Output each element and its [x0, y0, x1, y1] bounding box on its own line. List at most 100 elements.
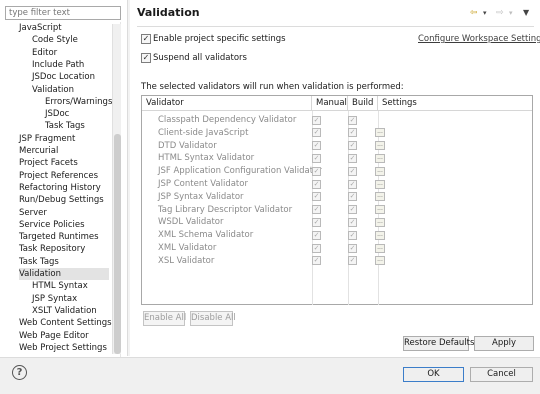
validator-settings-button[interactable]: ... — [375, 192, 385, 202]
validator-name: Client-side JavaScript — [158, 127, 249, 138]
forward-arrow-icon[interactable]: ⇨ — [496, 7, 504, 19]
apply-button[interactable]: Apply — [474, 336, 534, 351]
build-checkbox[interactable]: ✓ — [348, 217, 357, 227]
validator-settings-button[interactable]: ... — [375, 230, 385, 240]
tree-item[interactable]: Mercurial — [19, 145, 58, 157]
navigation-toolbar: ⇦ ▾ ⇨ ▾ ▼ — [470, 7, 534, 21]
tree-item[interactable]: Server — [19, 207, 47, 219]
build-checkbox[interactable]: ✓ — [348, 205, 357, 215]
tree-scroll-thumb[interactable] — [114, 134, 121, 354]
manual-checkbox[interactable]: ✓ — [312, 179, 321, 189]
manual-checkbox[interactable]: ✓ — [312, 141, 321, 151]
validator-name: JSP Content Validator — [158, 179, 248, 189]
filter-input[interactable] — [5, 6, 121, 20]
build-checkbox[interactable]: ✓ — [348, 179, 357, 189]
tree-item[interactable]: Editor — [32, 47, 57, 59]
validator-name: HTML Syntax Validator — [158, 153, 255, 164]
tree-item[interactable]: JSDoc — [45, 108, 69, 120]
build-checkbox[interactable]: ✓ — [348, 256, 357, 266]
cancel-button[interactable]: Cancel — [470, 367, 533, 382]
tree-item[interactable]: JSP Syntax — [32, 293, 77, 305]
tree-item[interactable]: Service Policies — [19, 219, 85, 231]
tree-item[interactable]: Validation — [32, 84, 74, 96]
manual-checkbox[interactable]: ✓ — [312, 256, 321, 266]
build-checkbox[interactable]: ✓ — [348, 230, 357, 240]
tree-item[interactable]: Web Project Settings — [19, 342, 107, 354]
tree-item[interactable]: Errors/Warnings — [45, 96, 112, 108]
tree-item[interactable]: Validation — [19, 268, 109, 280]
tree-item[interactable]: Web Page Editor — [19, 330, 89, 342]
manual-checkbox[interactable]: ✓ — [312, 230, 321, 240]
header-divider — [137, 26, 534, 27]
validator-name: XSL Validator — [158, 255, 215, 266]
tree-item[interactable]: Task Tags — [45, 120, 85, 132]
disable-all-button[interactable]: Disable All — [190, 311, 236, 326]
manual-checkbox[interactable]: ✓ — [312, 166, 321, 176]
validator-settings-button[interactable]: ... — [375, 217, 385, 227]
column-header-validator[interactable]: Validator — [142, 96, 312, 110]
tree-item[interactable]: Project References — [19, 170, 98, 182]
column-header-build[interactable]: Build — [348, 96, 378, 110]
enable-project-settings-checkbox[interactable]: ✓ — [141, 34, 151, 44]
tree-item[interactable]: JavaScript — [19, 22, 62, 34]
manual-checkbox[interactable]: ✓ — [312, 192, 321, 202]
dropdown-icon[interactable]: ▾ — [483, 7, 487, 19]
build-checkbox[interactable]: ✓ — [348, 153, 357, 163]
tree-item[interactable]: JSP Fragment — [19, 133, 75, 145]
page-title: Validation — [137, 6, 200, 19]
validator-name: Tag Library Descriptor Validator — [158, 204, 293, 215]
tree-item[interactable]: Web Content Settings — [19, 317, 112, 329]
restore-defaults-button[interactable]: Restore Defaults — [403, 336, 474, 351]
view-menu-icon[interactable]: ▼ — [523, 7, 529, 19]
tree-scrollbar[interactable] — [112, 24, 121, 354]
validator-settings-button[interactable]: ... — [375, 153, 385, 163]
validator-settings-button[interactable]: ... — [375, 243, 385, 253]
build-checkbox[interactable]: ✓ — [348, 166, 357, 176]
ok-button[interactable]: OK — [403, 367, 464, 382]
tree-item[interactable]: Targeted Runtimes — [19, 231, 99, 243]
tree-item[interactable]: XSLT Validation — [32, 305, 97, 317]
tree-item[interactable]: Task Repository — [19, 243, 85, 255]
manual-checkbox[interactable]: ✓ — [312, 153, 321, 163]
validator-settings-button[interactable]: ... — [375, 256, 385, 266]
validator-settings-button[interactable]: ... — [375, 205, 385, 215]
manual-checkbox[interactable]: ✓ — [312, 205, 321, 215]
back-arrow-icon[interactable]: ⇦ — [470, 7, 478, 19]
pane-divider[interactable] — [127, 0, 130, 356]
manual-checkbox[interactable]: ✓ — [312, 217, 321, 227]
suspend-validators-label: Suspend all validators — [153, 53, 247, 63]
validator-name: JSP Syntax Validator — [158, 191, 244, 202]
build-checkbox[interactable]: ✓ — [348, 115, 357, 125]
tree-item[interactable]: Project Facets — [19, 157, 78, 169]
tree-item[interactable]: Refactoring History — [19, 182, 101, 194]
dropdown-icon[interactable]: ▾ — [509, 7, 513, 19]
help-icon[interactable]: ? — [12, 365, 27, 380]
tree-item[interactable]: Task Tags — [19, 256, 59, 268]
validator-name: DTD Validator — [158, 140, 217, 151]
build-checkbox[interactable]: ✓ — [348, 192, 357, 202]
preferences-tree: JavaScript Code Style Editor Include Path JS… — [5, 22, 121, 357]
suspend-validators-checkbox[interactable]: ✓ — [141, 53, 151, 63]
validator-settings-button[interactable]: ... — [375, 141, 385, 151]
enable-all-button[interactable]: Enable All — [143, 311, 186, 326]
tree-item[interactable]: Run/Debug Settings — [19, 194, 104, 206]
build-checkbox[interactable]: ✓ — [348, 141, 357, 151]
manual-checkbox[interactable]: ✓ — [312, 243, 321, 253]
tree-item[interactable]: JSDoc Location — [32, 71, 95, 83]
manual-checkbox[interactable]: ✓ — [312, 128, 321, 138]
build-checkbox[interactable]: ✓ — [348, 128, 357, 138]
build-checkbox[interactable]: ✓ — [348, 243, 357, 253]
tree-item[interactable]: Include Path — [32, 59, 84, 71]
manual-checkbox[interactable]: ✓ — [312, 115, 321, 125]
configure-workspace-link[interactable]: Configure Workspace Settings... — [418, 34, 540, 44]
tree-item[interactable]: Code Style — [32, 34, 78, 46]
tree-item[interactable]: HTML Syntax — [32, 280, 88, 292]
column-header-settings[interactable]: Settings — [378, 96, 418, 110]
validator-settings-button[interactable]: ... — [375, 166, 385, 176]
validator-settings-button[interactable]: ... — [375, 128, 385, 138]
validator-name: XML Schema Validator — [158, 230, 254, 241]
header-divider — [142, 110, 532, 111]
validator-settings-button[interactable]: ... — [375, 179, 385, 189]
column-header-manual[interactable]: Manual — [312, 96, 348, 110]
validator-name: WSDL Validator — [158, 217, 224, 228]
